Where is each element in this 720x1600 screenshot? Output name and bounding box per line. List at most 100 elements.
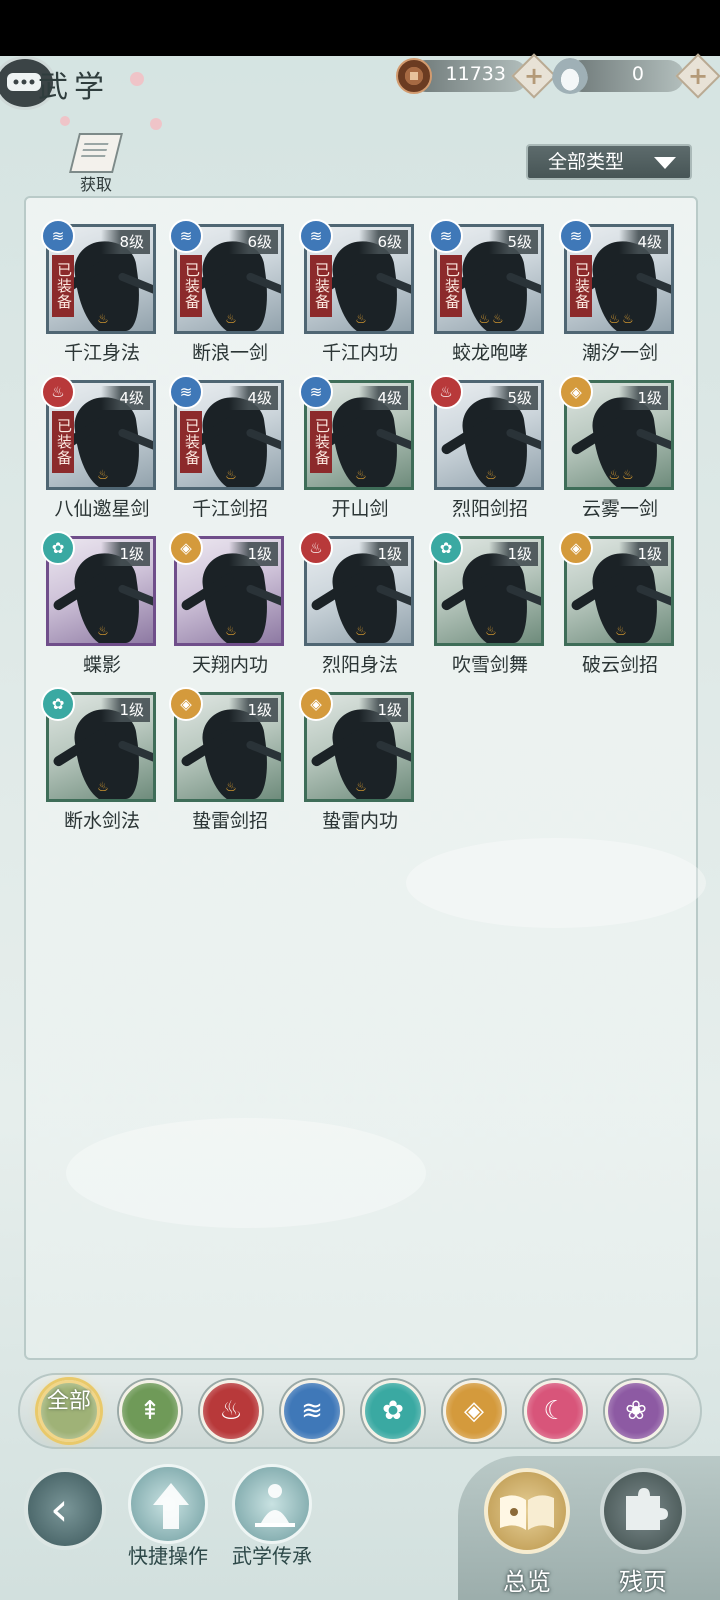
skill-name: 断水剑法 xyxy=(63,810,140,832)
type-filter-dropdown[interactable]: 全部类型 xyxy=(526,144,692,180)
skill-name: 蛰雷剑招 xyxy=(191,810,268,832)
back-arrow-icon: ‹ xyxy=(50,1482,69,1536)
skill-name: 断浪一剑 xyxy=(191,342,268,364)
page-title: 武学 xyxy=(38,70,110,105)
skill-level: 4级 xyxy=(359,386,408,410)
tier-flame-icon: ♨♨ xyxy=(608,312,636,327)
wave-school-icon: ≋ xyxy=(169,375,203,409)
skill-level: 1级 xyxy=(359,542,408,566)
skill-card[interactable]: 1级 ♨ ◈ 蛰雷剑招 xyxy=(169,687,286,844)
wave-icon: ≋ xyxy=(301,1396,323,1426)
skill-name: 破云剑招 xyxy=(581,654,658,676)
skill-card[interactable]: 6级 已装备 ♨ ≋ 断浪一剑 xyxy=(169,219,286,376)
skill-level: 4级 xyxy=(619,230,668,254)
equipped-badge: 已装备 xyxy=(52,411,74,473)
skill-card[interactable]: 5级 已装备 ♨♨ ≋ 蛟龙咆哮 xyxy=(429,219,546,376)
tier-flame-icon: ♨ xyxy=(225,468,239,483)
skill-name: 蛟龙咆哮 xyxy=(451,342,528,364)
school-tab-butterfly[interactable]: ✿ xyxy=(362,1380,424,1442)
puzzle-piece-icon xyxy=(626,1488,668,1530)
silver-ingot-icon xyxy=(552,58,588,94)
wave-school-icon: ≋ xyxy=(41,219,75,253)
butterfly-school-icon: ✿ xyxy=(41,687,75,721)
skill-name: 天翔内功 xyxy=(191,654,268,676)
skill-card[interactable]: 6级 已装备 ♨ ≋ 千江内功 xyxy=(299,219,416,376)
skill-card[interactable]: 1级 ♨ ✿ 断水剑法 xyxy=(41,687,158,844)
blossom-decoration xyxy=(150,118,162,130)
tier-flame-icon: ♨ xyxy=(355,312,369,327)
skill-card[interactable]: 1级 ♨ ◈ 天翔内功 xyxy=(169,531,286,688)
tier-flame-icon: ♨ xyxy=(225,780,239,795)
status-bar xyxy=(0,0,720,56)
skill-card[interactable]: 4级 已装备 ♨ ♨ 八仙邀星剑 xyxy=(41,375,158,532)
skill-level: 1级 xyxy=(359,698,408,722)
fragments-button[interactable] xyxy=(600,1468,686,1554)
school-tab-flame[interactable]: ♨ xyxy=(200,1380,262,1442)
open-book-icon xyxy=(500,1495,554,1530)
skill-card[interactable]: 1级 ♨ ◈ 蛰雷内功 xyxy=(299,687,416,844)
skill-level: 1级 xyxy=(619,542,668,566)
skill-level: 4级 xyxy=(101,386,150,410)
overview-label: 总览 xyxy=(503,1568,551,1596)
skill-name: 云雾一剑 xyxy=(581,498,658,520)
tier-flame-icon: ♨ xyxy=(485,624,499,639)
skill-card[interactable]: 4级 已装备 ♨ ≋ 千江剑招 xyxy=(169,375,286,532)
quick-ops-button[interactable] xyxy=(128,1464,208,1544)
back-button[interactable]: ‹ xyxy=(24,1468,106,1550)
tier-flame-icon: ♨ xyxy=(485,468,499,483)
blossom-decoration xyxy=(130,72,144,86)
acquire-button[interactable]: 获取 xyxy=(64,133,128,195)
skill-name: 烈阳剑招 xyxy=(451,498,528,520)
inheritance-button[interactable] xyxy=(232,1464,312,1544)
school-tab-all[interactable]: 全部 xyxy=(38,1380,100,1442)
skill-card[interactable]: 1级 ♨ ◈ 破云剑招 xyxy=(559,531,676,688)
fragments-label: 残页 xyxy=(619,1568,667,1596)
school-tab-shield[interactable]: ◈ xyxy=(443,1380,505,1442)
skill-card[interactable]: 4级 已装备 ♨ ≋ 开山剑 xyxy=(299,375,416,532)
inheritance-label: 武学传承 xyxy=(232,1544,312,1568)
skill-card[interactable]: 5级 ♨ ♨ 烈阳剑招 xyxy=(429,375,546,532)
skill-card[interactable]: 4级 已装备 ♨♨ ≋ 潮汐一剑 xyxy=(559,219,676,376)
tier-flame-icon: ♨♨ xyxy=(478,312,506,327)
skill-card[interactable]: 1级 ♨ ✿ 吹雪剑舞 xyxy=(429,531,546,688)
tier-flame-icon: ♨ xyxy=(355,780,369,795)
shield-school-icon: ◈ xyxy=(559,531,593,565)
school-tab-feather[interactable]: ⇞ xyxy=(119,1380,181,1442)
shield-school-icon: ◈ xyxy=(169,687,203,721)
copper-amount: 11733 xyxy=(445,63,506,85)
plus-icon: + xyxy=(523,62,545,90)
quick-ops-label: 快捷操作 xyxy=(128,1544,208,1568)
skill-level: 1级 xyxy=(101,542,150,566)
wave-school-icon: ≋ xyxy=(429,219,463,253)
skill-card[interactable]: 8级 已装备 ♨ ≋ 千江身法 xyxy=(41,219,158,376)
tier-flame-icon: ♨ xyxy=(615,624,629,639)
school-tab-moon[interactable]: ☾ xyxy=(524,1380,586,1442)
tier-flame-icon: ♨ xyxy=(97,780,111,795)
school-tab-rose[interactable]: ❀ xyxy=(605,1380,667,1442)
tier-flame-icon: ♨♨ xyxy=(608,468,636,483)
moon-icon: ☾ xyxy=(543,1396,567,1426)
wave-school-icon: ≋ xyxy=(299,375,333,409)
wave-school-icon: ≋ xyxy=(169,219,203,253)
skill-name: 潮汐一剑 xyxy=(581,342,658,364)
mist-decoration xyxy=(66,1118,426,1228)
equipped-badge: 已装备 xyxy=(440,255,462,317)
shield-school-icon: ◈ xyxy=(559,375,593,409)
skill-card[interactable]: 1级 ♨ ✿ 蝶影 xyxy=(41,531,158,688)
tier-flame-icon: ♨ xyxy=(225,624,239,639)
overview-button[interactable] xyxy=(484,1468,570,1554)
skill-level: 1级 xyxy=(229,542,278,566)
skill-name: 八仙邀星剑 xyxy=(54,498,150,520)
plus-icon: + xyxy=(687,62,709,90)
acquire-label: 获取 xyxy=(79,175,112,194)
shield-school-icon: ◈ xyxy=(299,687,333,721)
up-arrow-icon xyxy=(153,1483,189,1529)
blossom-decoration xyxy=(60,116,70,126)
skill-card[interactable]: 1级 ♨ ♨ 烈阳身法 xyxy=(299,531,416,688)
school-tab-label: 全部 xyxy=(46,1389,91,1414)
butterfly-icon: ✿ xyxy=(382,1396,404,1426)
skill-card[interactable]: 1级 ♨♨ ◈ 云雾一剑 xyxy=(559,375,676,532)
school-tab-wave[interactable]: ≋ xyxy=(281,1380,343,1442)
equipped-badge: 已装备 xyxy=(180,411,202,473)
skill-name: 蛰雷内功 xyxy=(321,810,398,832)
